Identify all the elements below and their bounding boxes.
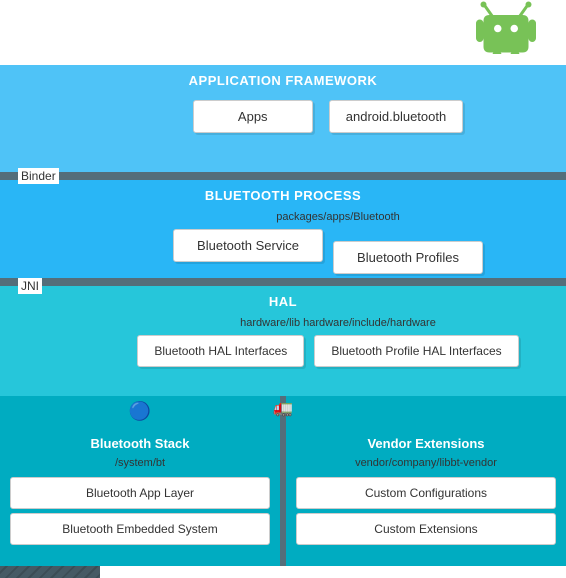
hal-layer: HAL hardware/lib hardware/include/hardwa… (0, 286, 566, 396)
vendor-icon: 🚛 (273, 398, 293, 418)
android-logo (476, 0, 536, 55)
android-bluetooth-box: android.bluetooth (329, 100, 463, 133)
bottom-section: 🔵 Bluetooth Stack /system/bt Bluetooth A… (0, 396, 566, 566)
binder-divider (0, 172, 566, 180)
bt-embedded-box: Bluetooth Embedded System (10, 513, 270, 545)
bt-stack-sublabel: /system/bt (0, 455, 280, 473)
bt-process-sublabel: packages/apps/Bluetooth (110, 209, 566, 225)
bt-stack-header: Bluetooth Stack (0, 428, 280, 455)
hal-profile-interfaces-box: Bluetooth Profile HAL Interfaces (314, 335, 518, 367)
hal-sublabel: hardware/lib hardware/include/hardware (110, 315, 566, 331)
diagram-wrapper: APPLICATION FRAMEWORK Apps android.bluet… (0, 0, 566, 578)
bt-process-content: Bluetooth Service Bluetooth Profiles (0, 225, 566, 266)
vendor-extensions-header: Vendor Extensions (286, 428, 566, 455)
custom-configs-box: Custom Configurations (296, 477, 556, 509)
custom-extensions-box: Custom Extensions (296, 513, 556, 545)
bt-app-layer-box: Bluetooth App Layer (10, 477, 270, 509)
app-framework-header: APPLICATION FRAMEWORK (0, 65, 566, 94)
bt-stack-col: 🔵 Bluetooth Stack /system/bt Bluetooth A… (0, 396, 280, 566)
column-divider: 🚛 (280, 396, 286, 566)
bt-profiles-box: Bluetooth Profiles (333, 241, 483, 274)
vendor-extensions-col: Vendor Extensions vendor/company/libbt-v… (286, 396, 566, 566)
bluetooth-stack-icon: 🔵 (129, 401, 151, 422)
binder-label: Binder (18, 168, 59, 184)
jni-label: JNI (18, 278, 42, 294)
app-framework-layer: APPLICATION FRAMEWORK Apps android.bluet… (0, 65, 566, 175)
jni-divider (0, 278, 566, 286)
bt-stack-icon-area: 🔵 (0, 396, 280, 428)
hal-interfaces-box: Bluetooth HAL Interfaces (137, 335, 304, 367)
apps-box: Apps (193, 100, 313, 133)
hal-header: HAL (0, 286, 566, 315)
bt-process-header: BLUETOOTH PROCESS (0, 180, 566, 209)
vendor-icon-area (286, 396, 566, 428)
bt-process-layer: BLUETOOTH PROCESS packages/apps/Bluetoot… (0, 180, 566, 288)
hal-content: Bluetooth HAL Interfaces Bluetooth Profi… (0, 331, 566, 371)
bt-service-box: Bluetooth Service (173, 229, 323, 262)
vendor-sublabel: vendor/company/libbt-vendor (286, 455, 566, 473)
app-framework-content: Apps android.bluetooth (0, 94, 566, 139)
